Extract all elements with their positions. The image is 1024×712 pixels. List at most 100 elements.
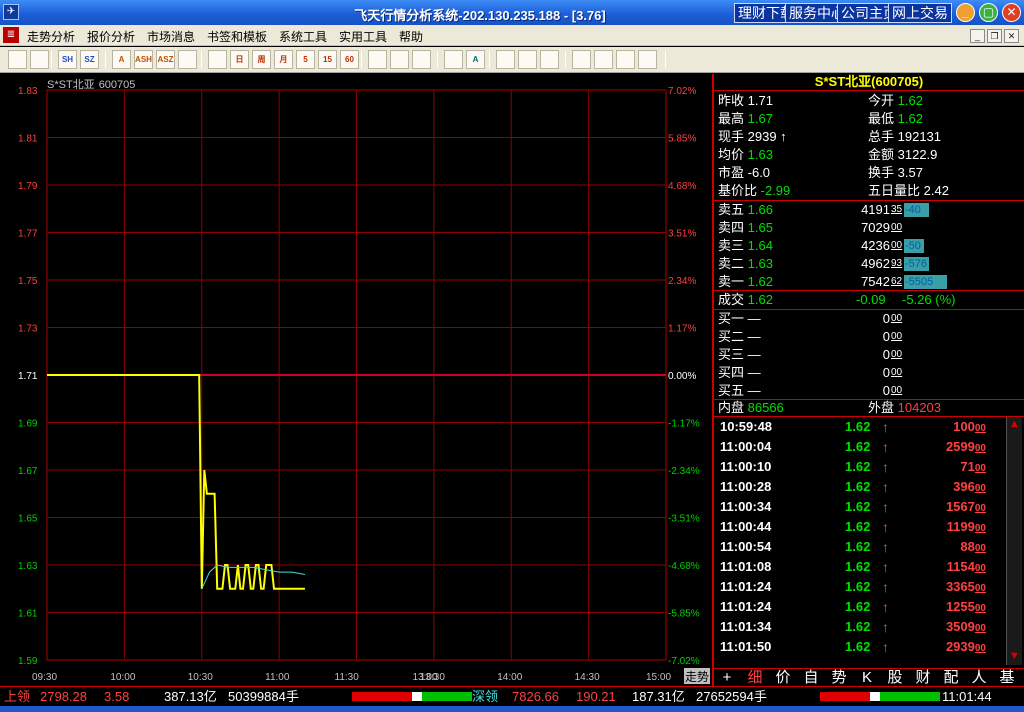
panel-tab-2[interactable]: 价 [772, 669, 794, 686]
bar-icon[interactable] [412, 50, 431, 69]
tick-row[interactable]: 11:01:24 1.62 ↑ 125500 [720, 597, 1006, 617]
day-k-icon[interactable]: 日 [230, 50, 249, 69]
tick-row[interactable]: 11:01:50 1.62 ↑ 293900 [720, 637, 1006, 657]
week-k-icon[interactable]: 周 [252, 50, 271, 69]
panel-tab-3[interactable]: 自 [800, 669, 822, 686]
tick-volume-sub: 00 [974, 623, 986, 634]
tick-row[interactable]: 11:00:28 1.62 ↑ 39600 [720, 477, 1006, 497]
menu-quote-analysis[interactable]: 报价分析 [87, 28, 135, 45]
camera-icon[interactable] [638, 50, 657, 69]
bid-row[interactable]: 买一 — 0 00 [718, 310, 1018, 328]
maximize-button[interactable]: ▢ [979, 3, 998, 22]
15min-icon[interactable]: 15 [318, 50, 337, 69]
tick-volume-sub: 00 [974, 643, 986, 654]
panel-tab-6[interactable]: 股 [884, 669, 906, 686]
tick-row[interactable]: 10:59:48 1.62 ↑ 10000 [720, 417, 1006, 437]
ask-row[interactable]: 卖五 1.66 4191 35 -40 [718, 201, 1018, 219]
ask-row[interactable]: 卖二 1.63 4962 93 -576 [718, 255, 1018, 273]
stat-value: -6.0 [747, 165, 771, 180]
tick-row[interactable]: 11:00:04 1.62 ↑ 259900 [720, 437, 1006, 457]
menu-trend-analysis[interactable]: 走势分析 [27, 28, 75, 45]
pct-tick-label: -4.68% [668, 561, 700, 572]
panel-tab-7[interactable]: 财 [912, 669, 934, 686]
scroll-down-icon[interactable]: ▼ [1007, 649, 1022, 663]
panel-tab-8[interactable]: 配 [940, 669, 962, 686]
back-icon[interactable] [8, 50, 27, 69]
price-tick-label: 1.69 [18, 419, 38, 430]
tick-time: 11:01:50 [720, 639, 772, 654]
time-tick-label: 11:00 [265, 672, 290, 683]
sz-index-icon[interactable]: SZ [80, 50, 99, 69]
tick-time: 10:59:48 [720, 419, 773, 434]
tick-row[interactable]: 11:01:34 1.62 ↑ 350900 [720, 617, 1006, 637]
tick-row[interactable]: 11:00:54 1.62 ↑ 8800 [720, 537, 1006, 557]
a-share-icon[interactable]: A [112, 50, 131, 69]
tick-scrollbar[interactable]: ▲ ▼ [1006, 417, 1022, 665]
checklist-icon[interactable] [178, 50, 197, 69]
sh-index-icon[interactable]: SH [58, 50, 77, 69]
stat-value: 3122.9 [897, 147, 938, 162]
intraday-chart[interactable]: 1.83 1.81 1.79 1.77 1.75 1.73 1.71 1.69 1.67 1.65… [0, 74, 712, 686]
mdi-restore-button[interactable]: ❐ [987, 29, 1002, 43]
document-icon[interactable]: ≣ [3, 27, 19, 43]
bid-row[interactable]: 买二 — 0 00 [718, 328, 1018, 346]
time-tick-label: 10:30 [188, 672, 213, 683]
tick-volume: 259900 [946, 437, 986, 459]
60min-icon[interactable]: 60 [340, 50, 359, 69]
tick-row[interactable]: 11:00:10 1.62 ↑ 7100 [720, 457, 1006, 477]
menu-market-news[interactable]: 市场消息 [147, 28, 195, 45]
5min-icon[interactable]: 5 [296, 50, 315, 69]
tick-row[interactable]: 11:00:44 1.62 ↑ 119900 [720, 517, 1006, 537]
a-icon[interactable]: A [466, 50, 485, 69]
panel-tab-10[interactable]: 基 [996, 669, 1018, 686]
ask-row[interactable]: 卖三 1.64 4236 00 -50 [718, 237, 1018, 255]
notepad-icon[interactable] [594, 50, 613, 69]
up-arrow-icon: ↑ [882, 459, 889, 475]
arrow-icon[interactable] [368, 50, 387, 69]
stock-c-icon[interactable] [540, 50, 559, 69]
tick-row[interactable]: 11:01:24 1.62 ↑ 336500 [720, 577, 1006, 597]
mdi-minimize-button[interactable]: _ [970, 29, 985, 43]
bid-row[interactable]: 买三 — 0 00 [718, 346, 1018, 364]
online-trading-link[interactable]: 网上交易 [888, 3, 952, 23]
ask-row[interactable]: 卖四 1.65 7029 00 [718, 219, 1018, 237]
scroll-up-icon[interactable]: ▲ [1007, 417, 1022, 431]
stat-value: 1.62 [897, 93, 923, 108]
month-k-icon[interactable]: 月 [274, 50, 293, 69]
minimize-button[interactable]: _ [956, 3, 975, 22]
zoom-icon[interactable] [390, 50, 409, 69]
toolbar-separator [665, 51, 666, 68]
menu-system-tools[interactable]: 系统工具 [279, 28, 327, 45]
stock-a-icon[interactable] [496, 50, 515, 69]
bid-row[interactable]: 买四 — 0 00 [718, 364, 1018, 382]
stat-right-1: 最低 1.62 [868, 110, 923, 128]
trend-icon[interactable] [208, 50, 227, 69]
menu-utilities[interactable]: 实用工具 [339, 28, 387, 45]
panel-tab-9[interactable]: 人 [968, 669, 990, 686]
ask-volume-sub: 62 [891, 276, 903, 287]
panel-tab-1[interactable]: 细 [744, 669, 766, 686]
grid-icon[interactable] [444, 50, 463, 69]
panel-tab-0[interactable]: + [716, 669, 738, 686]
pct-tick-label: 4.68% [668, 181, 696, 192]
tick-row[interactable]: 11:00:34 1.62 ↑ 156700 [720, 497, 1006, 517]
book-icon[interactable] [572, 50, 591, 69]
bid-row[interactable]: 买五 — 0 00 [718, 382, 1018, 400]
panel-tab-5[interactable]: K [856, 669, 878, 686]
menu-bookmarks[interactable]: 书签和模板 [207, 28, 267, 45]
mdi-close-button[interactable]: ✕ [1004, 29, 1019, 43]
inner-label: 内盘 [718, 400, 745, 415]
menu-help[interactable]: 帮助 [399, 28, 423, 45]
tick-row[interactable]: 11:01:08 1.62 ↑ 115400 [720, 557, 1006, 577]
toolbar-separator [437, 51, 438, 68]
window-icon[interactable] [30, 50, 49, 69]
ask-row[interactable]: 卖一 1.62 7542 62 -5505 [718, 273, 1018, 291]
stock-b-icon[interactable] [518, 50, 537, 69]
ash-icon[interactable]: ASH [134, 50, 153, 69]
ask-volume: 7029 [861, 220, 890, 235]
price-tick-label: 1.81 [18, 134, 38, 145]
calc-icon[interactable] [616, 50, 635, 69]
asz-icon[interactable]: ASZ [156, 50, 175, 69]
close-button[interactable]: ✕ [1002, 3, 1021, 22]
panel-tab-4[interactable]: 势 [828, 669, 850, 686]
